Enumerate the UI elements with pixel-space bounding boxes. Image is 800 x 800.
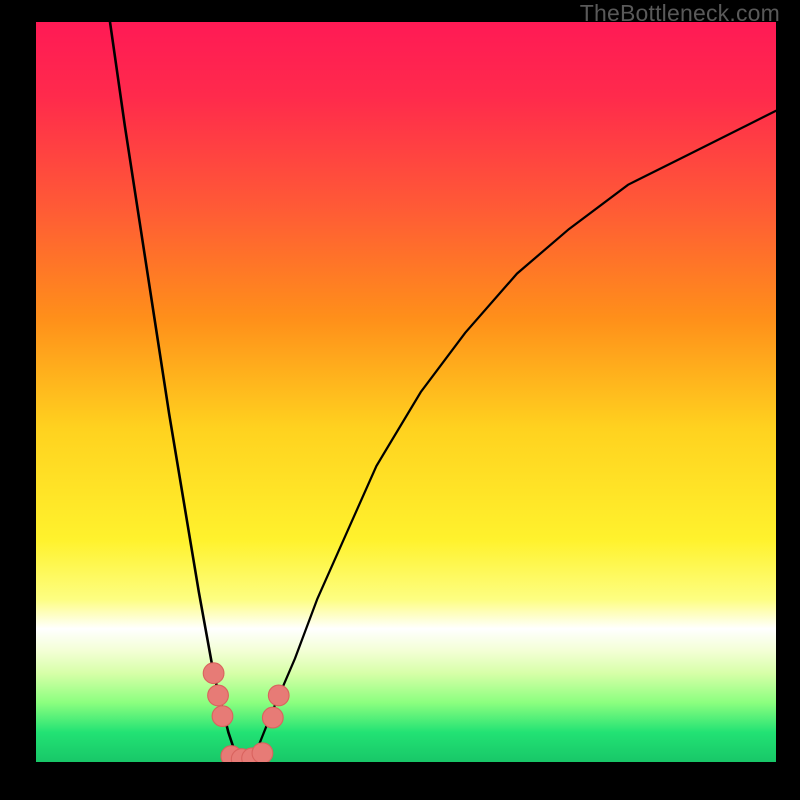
dot-left-2 xyxy=(208,685,229,706)
dot-left-3 xyxy=(212,706,233,727)
chart-stage: TheBottleneck.com xyxy=(0,0,800,800)
dot-floor-4 xyxy=(252,743,273,762)
dot-right-1 xyxy=(262,707,283,728)
dot-right-2 xyxy=(268,685,289,706)
marker-layer xyxy=(203,663,289,762)
dot-left-1 xyxy=(203,663,224,684)
curve-left-branch xyxy=(110,22,243,762)
bottleneck-curve xyxy=(36,22,776,762)
curve-right-branch xyxy=(243,111,776,762)
plot-area xyxy=(36,22,776,762)
watermark-text: TheBottleneck.com xyxy=(580,0,780,27)
